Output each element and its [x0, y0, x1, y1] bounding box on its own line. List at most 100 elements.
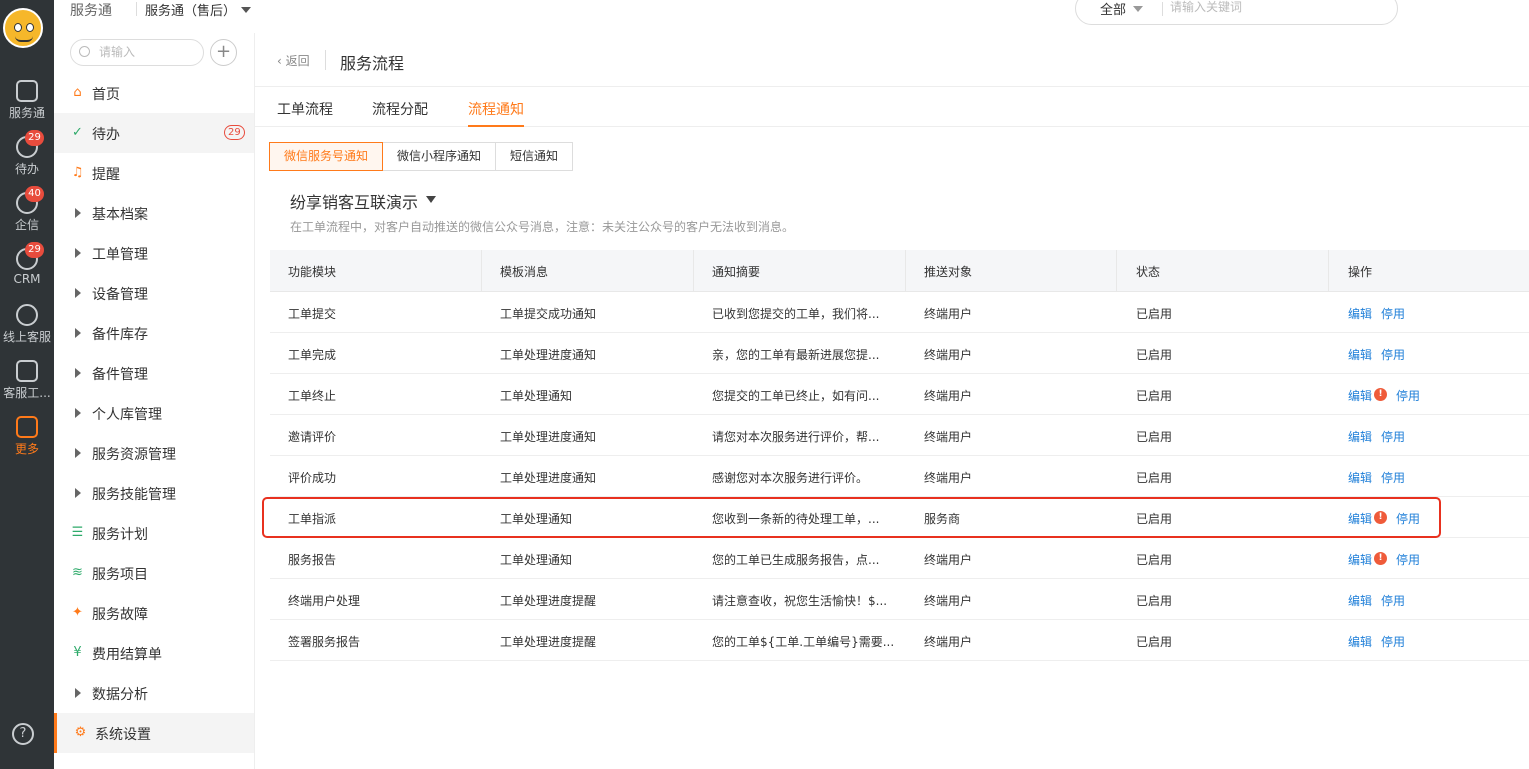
cell-target: 终端用户 — [924, 307, 973, 321]
caret-right-icon — [75, 208, 81, 218]
rail-item[interactable]: 客服工... — [0, 360, 54, 401]
column-header: 模板消息 — [500, 265, 549, 279]
subtab-sms[interactable]: 短信通知 — [495, 142, 574, 171]
disable-link[interactable]: 停用 — [1381, 469, 1405, 486]
chevron-down-icon[interactable] — [241, 7, 251, 13]
global-search: 全部 — [1075, 0, 1398, 25]
edit-link[interactable]: 编辑 — [1348, 592, 1372, 609]
help-icon[interactable]: ? — [12, 723, 34, 745]
cell-module: 评价成功 — [288, 471, 337, 485]
disable-link[interactable]: 停用 — [1381, 346, 1405, 363]
rail-item[interactable]: 线上客服 — [0, 304, 54, 345]
cell-status: 已启用 — [1136, 553, 1173, 567]
tab-ticket-flow[interactable]: 工单流程 — [277, 99, 333, 127]
disable-link[interactable]: 停用 — [1396, 387, 1420, 404]
disable-link[interactable]: 停用 — [1381, 592, 1405, 609]
cell-status: 已启用 — [1136, 307, 1173, 321]
caret-right-icon — [75, 688, 81, 698]
disable-link[interactable]: 停用 — [1381, 633, 1405, 650]
warning-icon[interactable]: ! — [1374, 552, 1387, 565]
subtab-wechat-miniprogram[interactable]: 微信小程序通知 — [382, 142, 497, 171]
app-logo[interactable] — [3, 8, 43, 48]
edit-link[interactable]: 编辑 — [1348, 633, 1372, 650]
sidebar-item[interactable]: 个人库管理 — [54, 393, 254, 433]
edit-link[interactable]: 编辑 — [1348, 305, 1372, 322]
column-header: 通知摘要 — [712, 265, 761, 279]
cell-module: 终端用户处理 — [288, 594, 361, 608]
notification-badge: 29 — [25, 130, 44, 146]
sidebar-item[interactable]: ≋ 服务项目 — [54, 553, 254, 593]
sidebar-item[interactable]: ⚙ 系统设置 — [54, 713, 254, 753]
rail-item[interactable]: 服务通 — [0, 80, 54, 121]
hint-text: 在工单流程中，对客户自动推送的微信公众号消息，注意：未关注公众号的客户无法收到消… — [290, 220, 795, 234]
edit-link[interactable]: 编辑 — [1348, 346, 1372, 363]
sidebar-item[interactable]: 工单管理 — [54, 233, 254, 273]
sidebar-item[interactable]: ♫ 提醒 — [54, 153, 254, 193]
chevron-down-icon[interactable] — [426, 196, 436, 203]
org-selector[interactable]: 服务通（售后） — [145, 0, 236, 19]
rail-item[interactable]: 待办 29 — [0, 130, 54, 177]
sidebar-item[interactable]: ✦ 服务故障 — [54, 593, 254, 633]
cell-template: 工单处理进度提醒 — [500, 594, 597, 608]
sidebar-item[interactable]: ✓ 待办 29 — [54, 113, 254, 153]
table-row: 签署服务报告 工单处理进度提醒 您的工单${工单.工单编号}需要... 终端用户 已启用… — [270, 620, 1529, 661]
edit-link[interactable]: 编辑 — [1348, 469, 1372, 486]
bulb-icon: ✦ — [72, 605, 83, 620]
disable-link[interactable]: 停用 — [1381, 428, 1405, 445]
search-scope-select[interactable]: 全部 — [1100, 0, 1126, 18]
sidebar-item-label: 系统设置 — [95, 727, 151, 743]
cell-status: 已启用 — [1136, 635, 1173, 649]
caret-right-icon — [75, 248, 81, 258]
sidebar-item[interactable]: 设备管理 — [54, 273, 254, 313]
sidebar-item[interactable]: 服务资源管理 — [54, 433, 254, 473]
tab-flow-assign[interactable]: 流程分配 — [372, 99, 428, 127]
cell-template: 工单处理进度通知 — [500, 430, 597, 444]
tab-bar: 工单流程 流程分配 流程通知 — [255, 87, 1529, 127]
cell-summary: 感谢您对本次服务进行评价。 — [712, 471, 869, 485]
global-search-input[interactable] — [1170, 0, 1370, 14]
warning-icon[interactable]: ! — [1374, 388, 1387, 401]
account-selector[interactable]: 纷享销客互联演示 — [290, 189, 418, 213]
sidebar-item[interactable]: 数据分析 — [54, 673, 254, 713]
rail-item[interactable]: 更多 — [0, 416, 54, 457]
add-button[interactable]: + — [210, 39, 237, 66]
chevron-down-icon[interactable] — [1133, 6, 1143, 12]
cell-status: 已启用 — [1136, 430, 1173, 444]
edit-link[interactable]: 编辑 — [1348, 551, 1372, 568]
cell-module: 工单提交 — [288, 307, 337, 321]
cell-target: 终端用户 — [924, 430, 973, 444]
rail-item[interactable]: 企信 40 — [0, 186, 54, 233]
rail-item[interactable]: CRM 29 — [0, 242, 54, 286]
notification-badge: 40 — [25, 186, 44, 202]
sidebar-item[interactable]: 服务技能管理 — [54, 473, 254, 513]
sidebar-search-input[interactable] — [99, 45, 195, 59]
sidebar-item[interactable]: 备件管理 — [54, 353, 254, 393]
sidebar-item[interactable]: ☰ 服务计划 — [54, 513, 254, 553]
rail-item-label: 线上客服 — [2, 330, 51, 344]
cell-module: 工单终止 — [288, 389, 337, 403]
sidebar-item-label: 备件库存 — [92, 327, 148, 343]
sidebar-item[interactable]: ¥ 费用结算单 — [54, 633, 254, 673]
cell-summary: 请注意查收，祝您生活愉快！$... — [712, 594, 888, 608]
table-row: 服务报告 工单处理通知 您的工单已生成服务报告，点... 终端用户 已启用 编辑! 停用 — [270, 538, 1529, 579]
home-icon: ⌂ — [73, 85, 82, 100]
check-circle-icon: ✓ — [72, 125, 83, 140]
back-link[interactable]: ‹ 返回 — [277, 52, 310, 69]
edit-link[interactable]: 编辑 — [1348, 387, 1372, 404]
edit-link[interactable]: 编辑 — [1348, 428, 1372, 445]
subtab-wechat-service[interactable]: 微信服务号通知 — [269, 142, 384, 171]
disable-link[interactable]: 停用 — [1381, 305, 1405, 322]
sidebar-item[interactable]: 备件库存 — [54, 313, 254, 353]
disable-link[interactable]: 停用 — [1396, 551, 1420, 568]
channel-tabs: 微信服务号通知 微信小程序通知 短信通知 — [269, 142, 574, 171]
table-row: 评价成功 工单处理进度通知 感谢您对本次服务进行评价。 终端用户 已启用 编辑 停用 — [270, 456, 1529, 497]
sidebar-item[interactable]: ⌂ 首页 — [54, 73, 254, 113]
table-row: 工单完成 工单处理进度通知 亲，您的工单有最新进展您提... 终端用户 已启用 编辑 停用 — [270, 333, 1529, 374]
cell-status: 已启用 — [1136, 594, 1173, 608]
sidebar-item-label: 备件管理 — [92, 367, 148, 383]
rail-item-label: 待办 — [14, 162, 39, 176]
cell-status: 已启用 — [1136, 389, 1173, 403]
sidebar-item-label: 服务项目 — [92, 567, 148, 583]
sidebar-item[interactable]: 基本档案 — [54, 193, 254, 233]
tab-flow-notify[interactable]: 流程通知 — [468, 99, 524, 127]
